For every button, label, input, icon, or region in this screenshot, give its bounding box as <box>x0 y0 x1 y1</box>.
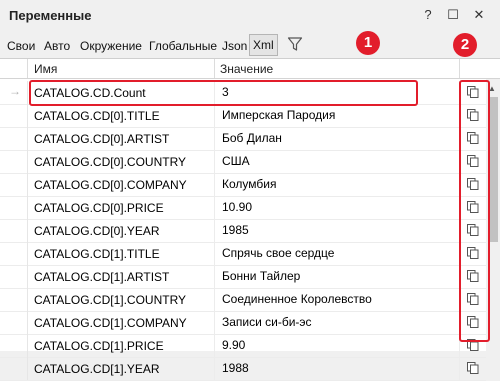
row-gutter <box>0 288 28 311</box>
column-divider <box>214 150 215 173</box>
table-row[interactable]: CATALOG.CD[0].YEAR 1985 <box>0 219 486 243</box>
row-gutter <box>0 357 28 380</box>
tab-xml[interactable]: Xml <box>249 34 278 56</box>
row-gutter <box>0 127 28 150</box>
variable-name[interactable]: CATALOG.CD[0].PRICE <box>34 201 164 215</box>
table-row[interactable]: CATALOG.CD[1].TITLE Спрячь свое сердце <box>0 242 486 266</box>
current-row-arrow-icon: → <box>9 84 21 98</box>
window-title: Переменные <box>9 8 92 23</box>
highlight-box-count-row <box>29 80 418 106</box>
copy-icon[interactable] <box>466 361 480 375</box>
variable-value[interactable]: Колумбия <box>222 177 276 191</box>
table-row[interactable]: CATALOG.CD[0].ARTIST Боб Дилан <box>0 127 486 151</box>
variable-name[interactable]: CATALOG.CD[1].ARTIST <box>34 270 169 284</box>
variable-name[interactable]: CATALOG.CD[0].YEAR <box>34 224 160 238</box>
variable-value[interactable]: 1988 <box>222 361 249 375</box>
variable-value[interactable]: Боб Дилан <box>222 131 282 145</box>
column-divider <box>214 334 215 357</box>
row-gutter <box>0 311 28 334</box>
row-gutter <box>0 173 28 196</box>
tab-auto[interactable]: Авто <box>44 39 70 53</box>
tab-own[interactable]: Свои <box>7 39 35 53</box>
row-gutter <box>0 104 28 127</box>
column-divider <box>214 265 215 288</box>
annotation-badge-2: 2 <box>453 33 477 57</box>
row-gutter <box>0 219 28 242</box>
variable-name[interactable]: CATALOG.CD[0].COMPANY <box>34 178 187 192</box>
table-row[interactable]: CATALOG.CD[1].YEAR 1988 <box>0 357 486 381</box>
filter-icon[interactable] <box>287 36 303 52</box>
header-divider <box>27 59 28 78</box>
variable-value[interactable]: Соединенное Королевство <box>222 292 372 306</box>
row-gutter: → <box>0 81 28 104</box>
variable-name[interactable]: CATALOG.CD[0].TITLE <box>34 109 160 123</box>
help-button[interactable]: ? <box>418 5 438 25</box>
table-row[interactable]: CATALOG.CD[1].ARTIST Бонни Тайлер <box>0 265 486 289</box>
tab-json[interactable]: Json <box>222 39 247 53</box>
variable-value[interactable]: Бонни Тайлер <box>222 269 300 283</box>
header-divider <box>459 59 460 78</box>
table-row[interactable]: CATALOG.CD[0].COUNTRY США <box>0 150 486 174</box>
column-divider <box>214 196 215 219</box>
variable-name[interactable]: CATALOG.CD[0].ARTIST <box>34 132 169 146</box>
variable-name[interactable]: CATALOG.CD[1].PRICE <box>34 339 164 353</box>
row-gutter <box>0 265 28 288</box>
variable-value[interactable]: Имперская Пародия <box>222 108 335 122</box>
variable-value[interactable]: Записи си-би-эс <box>222 315 312 329</box>
tab-environment[interactable]: Окружение <box>80 39 142 53</box>
column-divider <box>214 104 215 127</box>
row-gutter <box>0 196 28 219</box>
variable-name[interactable]: CATALOG.CD[1].COUNTRY <box>34 293 186 307</box>
column-divider <box>214 219 215 242</box>
column-header-name[interactable]: Имя <box>34 62 57 76</box>
table-row[interactable]: CATALOG.CD[0].PRICE 10.90 <box>0 196 486 220</box>
table-row[interactable]: CATALOG.CD[0].COMPANY Колумбия <box>0 173 486 197</box>
header-divider <box>214 59 215 78</box>
row-gutter <box>0 242 28 265</box>
variable-value[interactable]: Спрячь свое сердце <box>222 246 334 260</box>
column-divider <box>214 127 215 150</box>
maximize-button[interactable]: ☐ <box>443 5 463 25</box>
variable-value[interactable]: 10.90 <box>222 200 252 214</box>
table-row[interactable]: CATALOG.CD[1].COUNTRY Соединенное Королев… <box>0 288 486 312</box>
grid-header: Имя Значение <box>0 59 500 79</box>
variable-name[interactable]: CATALOG.CD[0].COUNTRY <box>34 155 186 169</box>
column-divider <box>214 311 215 334</box>
title-bar: Переменные ? ☐ ✕ <box>0 0 500 32</box>
annotation-badge-1: 1 <box>356 31 380 55</box>
column-divider <box>459 357 460 380</box>
close-button[interactable]: ✕ <box>469 5 489 25</box>
variable-value[interactable]: 1985 <box>222 223 249 237</box>
row-gutter <box>0 150 28 173</box>
highlight-box-copy-column <box>459 80 490 342</box>
column-divider <box>214 242 215 265</box>
row-gutter <box>0 334 28 357</box>
variable-name[interactable]: CATALOG.CD[1].YEAR <box>34 362 160 376</box>
column-header-value[interactable]: Значение <box>220 62 273 76</box>
table-row[interactable]: CATALOG.CD[1].PRICE 9.90 <box>0 334 486 358</box>
column-divider <box>214 173 215 196</box>
table-row[interactable]: CATALOG.CD[1].COMPANY Записи си-би-эс <box>0 311 486 335</box>
variable-name[interactable]: CATALOG.CD[1].COMPANY <box>34 316 187 330</box>
column-divider <box>214 357 215 380</box>
variable-name[interactable]: CATALOG.CD[1].TITLE <box>34 247 160 261</box>
variable-value[interactable]: США <box>222 154 250 168</box>
tab-global[interactable]: Глобальные <box>149 39 217 53</box>
toolbar: Свои Авто Окружение Глобальные Json Xml <box>0 31 500 58</box>
column-divider <box>214 288 215 311</box>
table-row[interactable]: CATALOG.CD[0].TITLE Имперская Пародия <box>0 104 486 128</box>
